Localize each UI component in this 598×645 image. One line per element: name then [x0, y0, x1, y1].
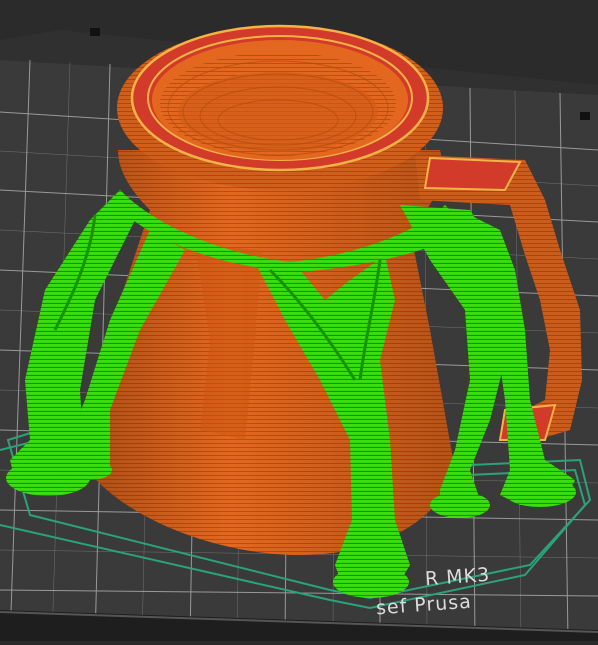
bed-label-model: R MK3 — [424, 563, 491, 591]
preview-scene — [0, 24, 598, 642]
bed-screw-icon — [580, 112, 590, 120]
bed-screw-icon — [90, 28, 100, 36]
3d-preview-viewport[interactable]: R MK3 sef Prusa — [0, 0, 598, 642]
